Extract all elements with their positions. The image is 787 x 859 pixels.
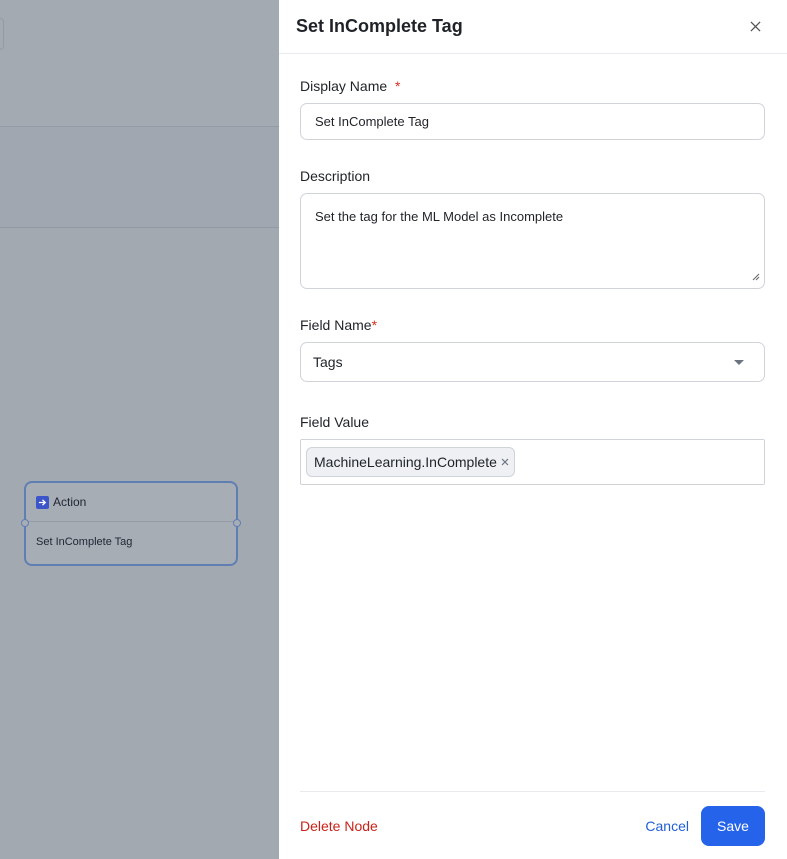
required-marker: *	[371, 317, 378, 333]
description-textarea[interactable]: Set the tag for the ML Model as Incomple…	[300, 193, 765, 289]
workflow-canvas: Action Set InComplete Tag	[0, 0, 279, 859]
field-name-label-text: Field Name	[300, 317, 372, 333]
field-value-tags-input[interactable]: MachineLearning.InComplete	[300, 439, 765, 485]
cancel-button[interactable]: Cancel	[645, 818, 689, 834]
drawer-body: Display Name * Set InComplete Tag Descri…	[279, 54, 787, 485]
canvas-panel	[0, 127, 279, 228]
display-name-input[interactable]: Set InComplete Tag	[300, 103, 765, 140]
workflow-node-action[interactable]: Action Set InComplete Tag	[21, 481, 241, 566]
node-type-label: Action	[53, 495, 87, 509]
save-button[interactable]: Save	[701, 806, 765, 846]
description-label: Description	[300, 168, 371, 184]
field-value-label: Field Value	[300, 414, 370, 430]
close-icon[interactable]	[745, 17, 765, 37]
drawer-header: Set InComplete Tag	[279, 0, 787, 54]
action-icon	[36, 495, 49, 509]
description-value: Set the tag for the ML Model as Incomple…	[315, 209, 564, 224]
node-config-drawer: Set InComplete Tag Display Name * Set In…	[279, 0, 787, 859]
drawer-footer: Delete Node Cancel Save	[300, 791, 765, 859]
canvas-toolbar	[0, 0, 279, 127]
drawer-title: Set InComplete Tag	[296, 16, 463, 36]
required-marker: *	[395, 78, 401, 94]
footer-actions: Cancel Save	[645, 806, 765, 846]
tag-chip-label: MachineLearning.InComplete	[314, 454, 497, 470]
resize-grip-icon[interactable]	[752, 269, 760, 284]
display-name-label-text: Display Name	[300, 78, 388, 94]
remove-tag-icon[interactable]	[501, 455, 509, 469]
display-name-label: Display Name *	[300, 78, 765, 94]
node-input-handle[interactable]	[21, 519, 29, 527]
node-name: Set InComplete Tag	[36, 536, 133, 548]
toolbar-stub	[0, 18, 4, 50]
delete-node-button[interactable]: Delete Node	[300, 818, 378, 834]
field-name-selected: Tags	[313, 354, 343, 370]
node-output-handle[interactable]	[233, 519, 241, 527]
tag-chip: MachineLearning.InComplete	[306, 447, 515, 477]
node-header: Action	[26, 483, 236, 522]
display-name-value: Set InComplete Tag	[315, 114, 429, 129]
field-name-label: Field Name*	[300, 317, 765, 333]
field-name-select[interactable]: Tags	[300, 342, 765, 382]
chevron-down-icon	[734, 359, 744, 365]
